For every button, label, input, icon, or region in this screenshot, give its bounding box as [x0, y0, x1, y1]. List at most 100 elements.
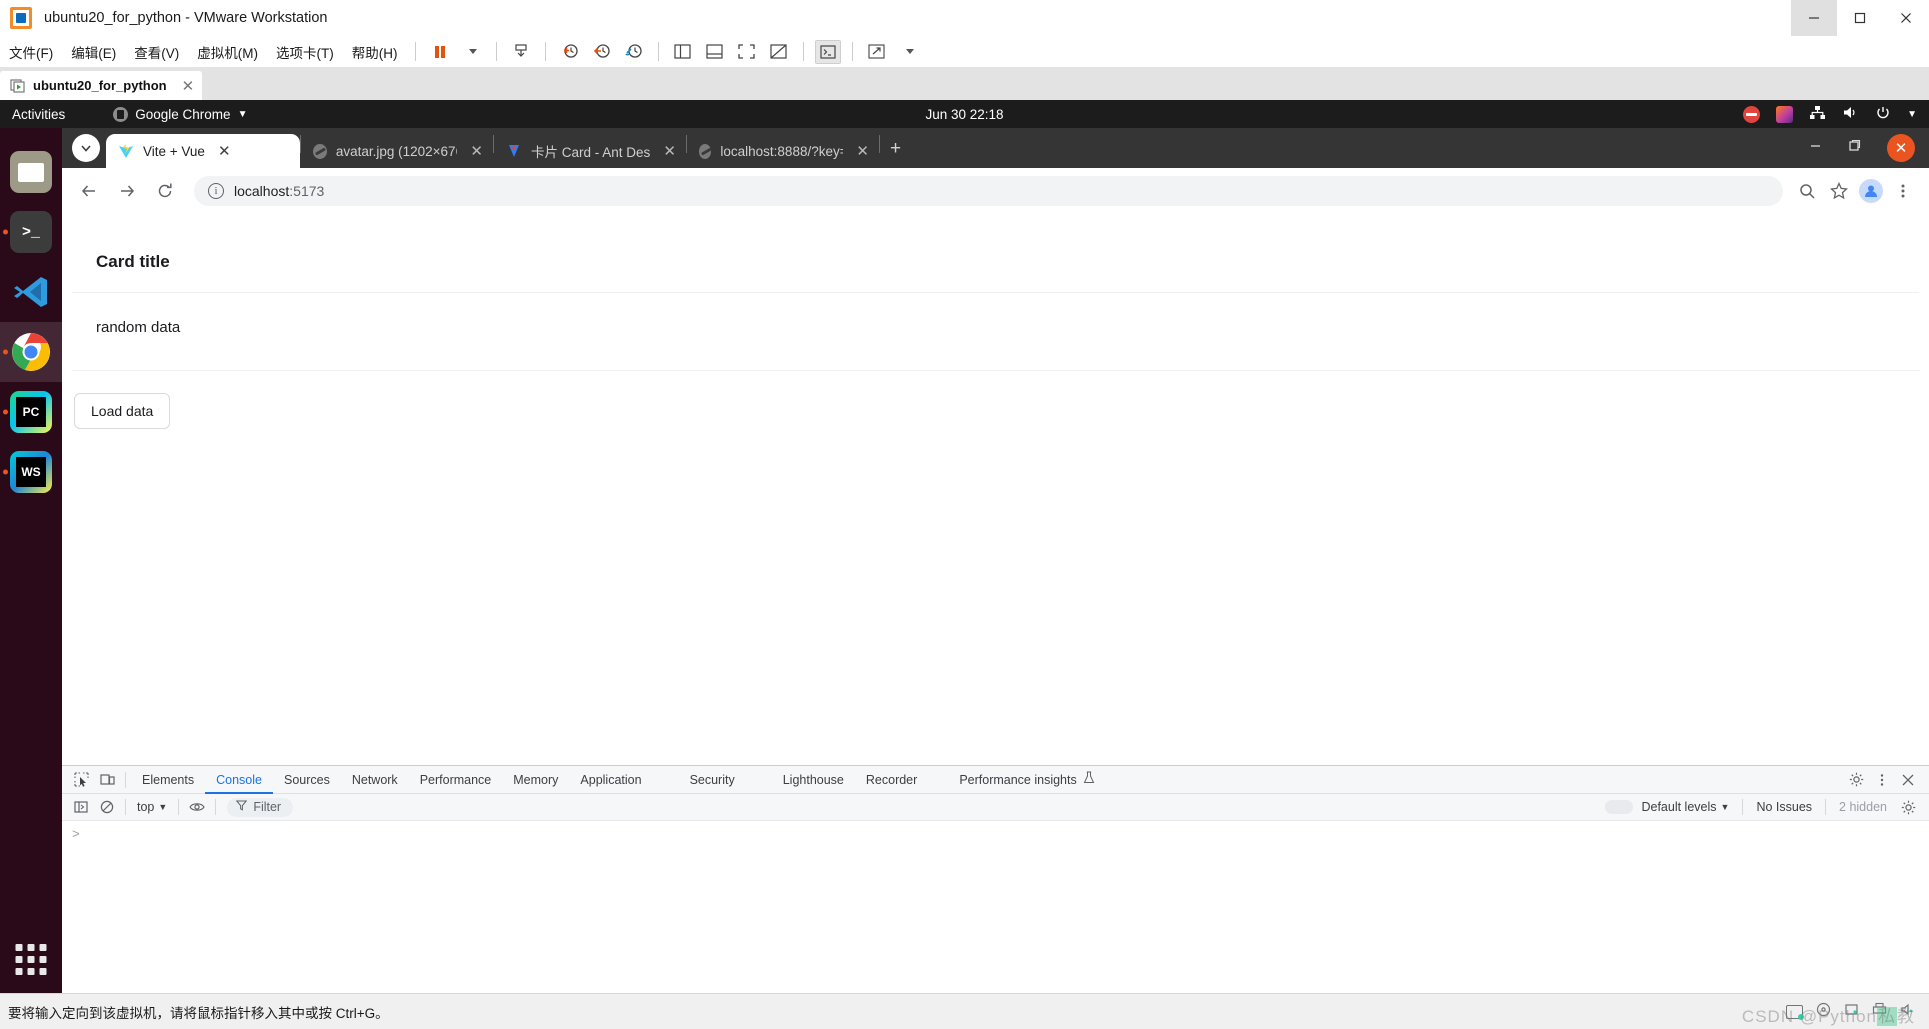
- activities-button[interactable]: Activities: [12, 107, 65, 122]
- gnome-clock[interactable]: Jun 30 22:18: [925, 107, 1003, 122]
- dock-item-vscode[interactable]: [0, 262, 62, 322]
- load-data-button[interactable]: Load data: [74, 393, 171, 429]
- device-toolbar-icon[interactable]: [94, 768, 120, 792]
- console-icon[interactable]: [814, 39, 841, 64]
- tab-search-button[interactable]: [72, 134, 100, 162]
- vmware-statusbar: 要将输入定向到该虚拟机，请将鼠标指针移入其中或按 Ctrl+G。 CSDN @P…: [0, 993, 1929, 1029]
- new-tab-button[interactable]: +: [890, 138, 901, 160]
- panel-bottom-icon[interactable]: [702, 40, 728, 64]
- dock-item-pycharm[interactable]: PC: [0, 382, 62, 442]
- pause-icon[interactable]: [427, 40, 453, 64]
- devtools-tab-performance[interactable]: Performance: [409, 766, 503, 794]
- minimize-button[interactable]: [1809, 139, 1822, 157]
- close-button[interactable]: ✕: [1887, 134, 1915, 162]
- card-header: Card title: [72, 232, 1919, 293]
- console-output[interactable]: >: [62, 821, 1929, 991]
- close-icon[interactable]: ✕: [218, 142, 231, 160]
- close-icon[interactable]: ✕: [470, 142, 483, 160]
- back-arrow-icon[interactable]: [72, 174, 106, 208]
- menu-tabs[interactable]: 选项卡(T): [267, 42, 343, 62]
- live-expression-icon[interactable]: [184, 795, 210, 819]
- console-filter-input[interactable]: Filter: [227, 797, 294, 817]
- kebab-menu-icon[interactable]: [1887, 175, 1919, 207]
- close-button[interactable]: [1883, 0, 1929, 36]
- maximize-button[interactable]: [1837, 0, 1883, 36]
- dock-item-terminal[interactable]: >_: [0, 202, 62, 262]
- console-sidebar-icon[interactable]: [68, 795, 94, 819]
- divider: [125, 799, 126, 815]
- show-applications-icon[interactable]: [15, 944, 47, 975]
- close-icon[interactable]: ✕: [663, 142, 676, 160]
- dock-item-chrome[interactable]: [0, 322, 62, 382]
- console-levels-selector[interactable]: Default levels ▼: [1633, 800, 1737, 814]
- snapshot-revert-icon[interactable]: [589, 40, 615, 64]
- settings-gear-icon[interactable]: [1895, 795, 1921, 819]
- stretch-icon[interactable]: [864, 40, 890, 64]
- devtools-tab-sources[interactable]: Sources: [273, 766, 341, 794]
- unity-mode-icon[interactable]: [766, 40, 792, 64]
- issues-status[interactable]: No Issues: [1748, 800, 1820, 814]
- kebab-menu-icon[interactable]: [1869, 768, 1895, 792]
- clear-console-icon[interactable]: [94, 795, 120, 819]
- watermark-text-2: 教: [1897, 1007, 1915, 1026]
- power-dropdown-caret-icon[interactable]: [459, 40, 485, 64]
- stretch-dropdown-caret-icon[interactable]: [896, 40, 922, 64]
- chrome-icon: [113, 106, 129, 122]
- chrome-tab-avatar-jpg[interactable]: avatar.jpg (1202×676) ✕: [301, 134, 493, 168]
- send-keys-icon[interactable]: [508, 40, 534, 64]
- menu-view[interactable]: 查看(V): [125, 42, 188, 62]
- avatar[interactable]: [1855, 175, 1887, 207]
- close-icon[interactable]: ✕: [182, 77, 195, 95]
- star-icon[interactable]: [1823, 175, 1855, 207]
- close-icon[interactable]: ✕: [856, 142, 869, 160]
- devtools-tab-security[interactable]: Security: [679, 766, 746, 794]
- info-circle-icon[interactable]: i: [208, 183, 224, 199]
- snapshot-manager-icon[interactable]: [621, 40, 647, 64]
- maximize-button[interactable]: [1848, 139, 1861, 157]
- vmware-tabstrip: ubuntu20_for_python ✕: [0, 68, 1929, 100]
- console-prompt[interactable]: >: [72, 827, 1919, 842]
- chrome-tab-localhost-8888[interactable]: localhost:8888/?key=abc ✕: [687, 134, 879, 168]
- reload-icon[interactable]: [148, 174, 182, 208]
- console-toolbar-right: Default levels ▼ No Issues 2 hidden: [1605, 795, 1929, 819]
- menu-file[interactable]: 文件(F): [0, 42, 62, 62]
- inspect-element-icon[interactable]: [68, 768, 94, 792]
- toolbar-divider: [851, 42, 853, 61]
- settings-gear-icon[interactable]: [1843, 768, 1869, 792]
- devtools-tab-memory[interactable]: Memory: [502, 766, 569, 794]
- devtools-tab-network[interactable]: Network: [341, 766, 409, 794]
- gnome-app-menu[interactable]: Google Chrome ▼: [113, 106, 247, 122]
- console-settings-pill[interactable]: [1605, 800, 1634, 814]
- terminal-icon: >_: [10, 211, 52, 253]
- menu-help[interactable]: 帮助(H): [343, 42, 407, 62]
- minimize-button[interactable]: [1791, 0, 1837, 36]
- console-context-selector[interactable]: top ▼: [131, 800, 173, 814]
- panel-left-icon[interactable]: [670, 40, 696, 64]
- fullscreen-icon[interactable]: [734, 40, 760, 64]
- antdesignvue-icon: [506, 143, 522, 159]
- devtools-tab-application[interactable]: Application: [569, 766, 652, 794]
- chrome-tab-vite-vue[interactable]: Vite + Vue ✕: [106, 134, 300, 168]
- close-icon[interactable]: [1895, 768, 1921, 792]
- devtools-tab-elements[interactable]: Elements: [131, 766, 205, 794]
- devtools-tab-performance-insights[interactable]: Performance insights: [948, 766, 1105, 794]
- zoom-search-icon[interactable]: [1791, 175, 1823, 207]
- devtools-tab-console[interactable]: Console: [205, 766, 273, 794]
- snapshot-take-icon[interactable]: [557, 40, 583, 64]
- menu-edit[interactable]: 编辑(E): [62, 42, 125, 62]
- vm-tab-label: ubuntu20_for_python: [33, 78, 167, 93]
- vm-tab-ubuntu20[interactable]: ubuntu20_for_python ✕: [0, 71, 203, 100]
- menu-vm[interactable]: 虚拟机(M): [188, 42, 267, 62]
- forward-arrow-icon[interactable]: [110, 174, 144, 208]
- gnome-system-tray[interactable]: ▼: [1743, 105, 1917, 124]
- power-icon: [1875, 105, 1891, 124]
- dock-item-files[interactable]: [0, 142, 62, 202]
- devtools-tab-lighthouse[interactable]: Lighthouse: [772, 766, 855, 794]
- chrome-tab-ant-design-card[interactable]: 卡片 Card - Ant Design V ✕: [494, 134, 686, 168]
- devtools-tab-recorder[interactable]: Recorder: [855, 766, 928, 794]
- avatar-icon: [1859, 179, 1883, 203]
- dock-item-webstorm[interactable]: WS: [0, 442, 62, 502]
- address-bar[interactable]: i localhost:5173: [194, 176, 1783, 206]
- toolbar-divider: [657, 42, 659, 61]
- hidden-messages-count[interactable]: 2 hidden: [1831, 800, 1895, 814]
